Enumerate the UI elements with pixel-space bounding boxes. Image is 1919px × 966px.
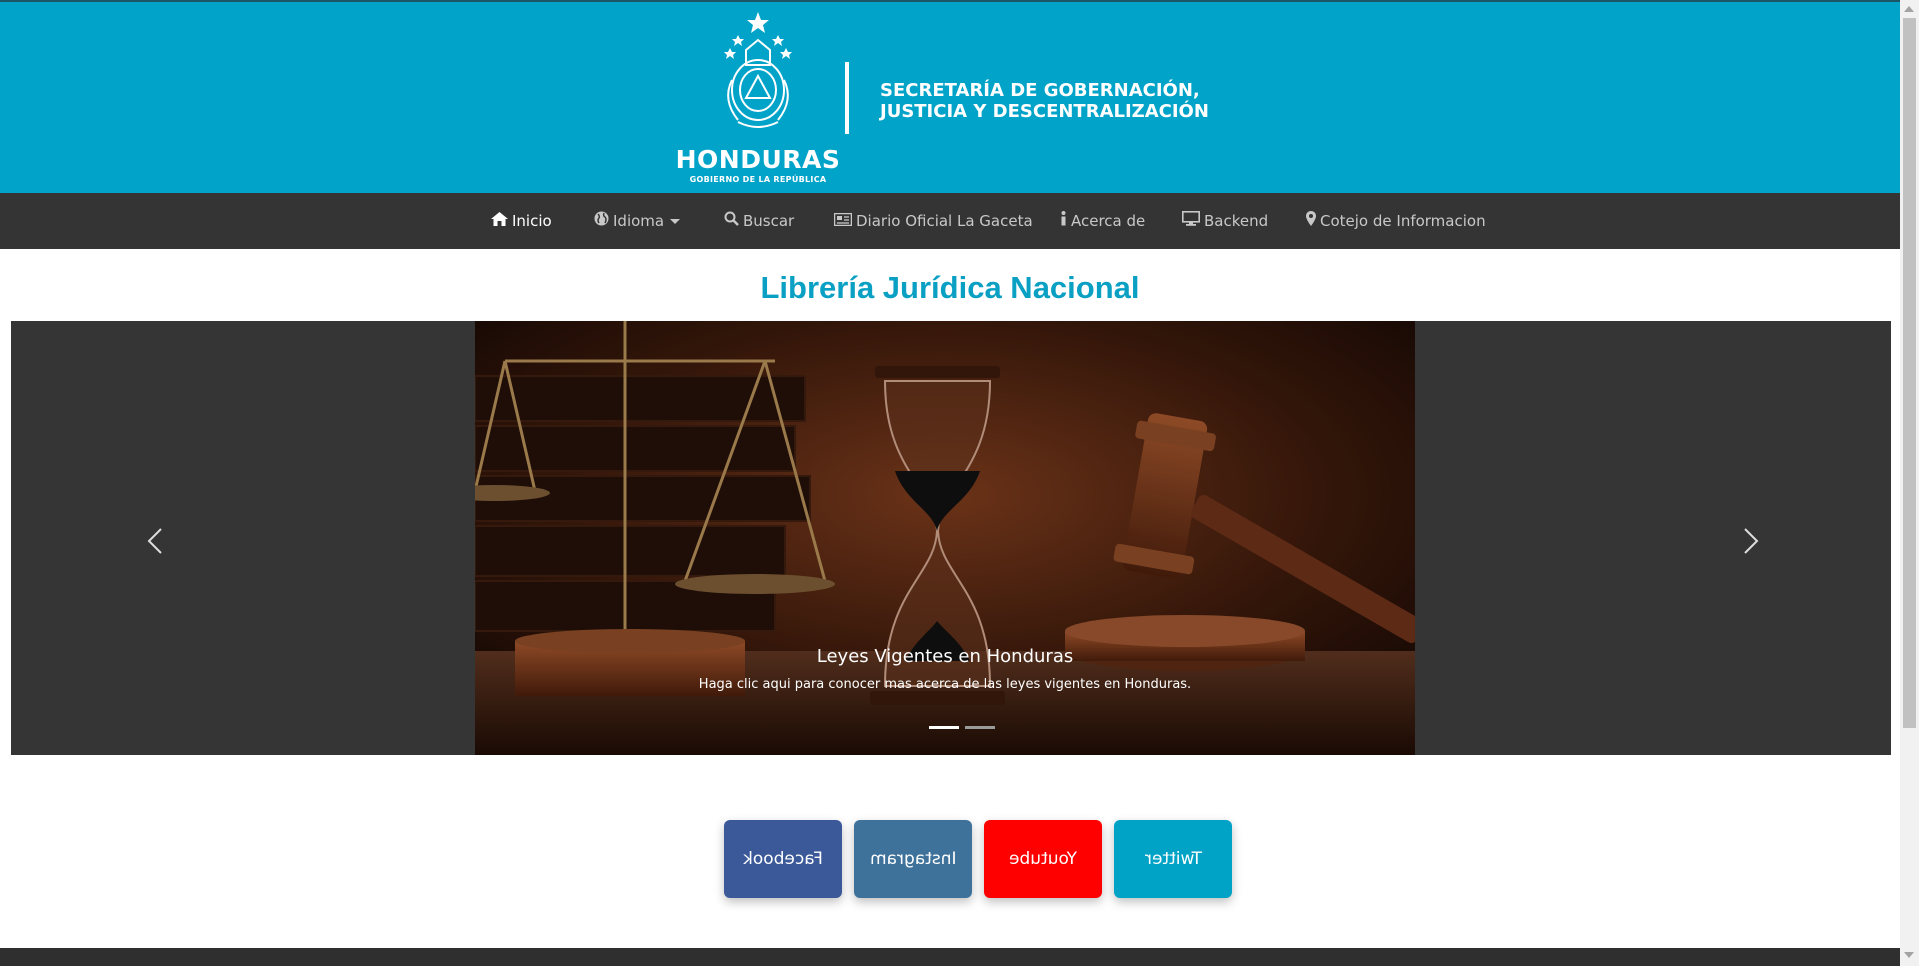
youtube-button[interactable]: Youtube [984, 820, 1102, 898]
instagram-label: Instagram [869, 849, 957, 869]
nav-backend-label: Backend [1204, 212, 1269, 230]
youtube-label: Youtube [1009, 849, 1077, 869]
nav-inicio[interactable]: Inicio [491, 193, 552, 249]
scrollbar-thumb[interactable] [1903, 18, 1916, 728]
footer-bar [0, 948, 1900, 966]
twitter-label: Twitter [1144, 849, 1202, 869]
nav-buscar-label: Buscar [743, 212, 795, 230]
nav-cotejo[interactable]: Cotejo de Informacion [1306, 193, 1486, 249]
nav-inicio-label: Inicio [512, 212, 552, 230]
facebook-label: Facebook [743, 849, 823, 869]
slide-caption-text: Haga clic aqui para conocer mas acerca d… [698, 677, 1192, 692]
chevron-down-icon [670, 219, 681, 224]
newspaper-icon [833, 193, 853, 249]
nav-buscar[interactable]: Buscar [724, 193, 794, 249]
secretaria-line-2: JUSTICIA Y DESCENTRALIZACIÓN [880, 101, 1209, 122]
desktop-icon [1182, 193, 1200, 249]
page: HONDURAS GOBIERNO DE LA REPÚBLICA SECRET… [0, 0, 1900, 966]
nav-idioma-dropdown[interactable]: Idioma [594, 193, 681, 249]
nav-cotejo-label: Cotejo de Informacion [1320, 212, 1486, 230]
search-icon [724, 193, 739, 249]
secretaria-title: SECRETARÍA DE GOBERNACIÓN, JUSTICIA Y DE… [880, 80, 1209, 122]
country-name: HONDURAS [675, 145, 841, 174]
instagram-button[interactable]: Instagram [854, 820, 972, 898]
globe-icon [594, 193, 609, 249]
header-divider [845, 62, 849, 134]
hero-carousel: Leyes Vigentes en Honduras Haga clic aqu… [11, 321, 1891, 755]
nav-idioma-label: Idioma [613, 212, 665, 230]
slide-caption-title: Leyes Vigentes en Honduras [816, 646, 1074, 667]
home-icon [491, 193, 508, 249]
map-marker-icon [1306, 193, 1316, 249]
main-navbar: Inicio Idioma Buscar Diario Oficial La G… [0, 193, 1900, 249]
chevron-right-icon [1744, 528, 1759, 554]
info-icon [1060, 193, 1067, 249]
scroll-up-arrow-icon[interactable] [1904, 6, 1914, 12]
carousel-next-button[interactable] [1735, 521, 1765, 561]
page-title: Librería Jurídica Nacional [760, 270, 1140, 305]
secretaria-line-1: SECRETARÍA DE GOBERNACIÓN, [880, 80, 1200, 101]
nav-diario-label: Diario Oficial La Gaceta [856, 212, 1033, 230]
carousel-prev-button[interactable] [141, 521, 171, 561]
carousel-indicator-1[interactable] [929, 726, 959, 729]
header-banner: HONDURAS GOBIERNO DE LA REPÚBLICA SECRET… [0, 0, 1900, 193]
nav-diario-oficial[interactable]: Diario Oficial La Gaceta [833, 193, 1033, 249]
scroll-down-arrow-icon[interactable] [1904, 952, 1914, 958]
carousel-indicator-2[interactable] [965, 726, 995, 729]
government-subtitle: GOBIERNO DE LA REPÚBLICA [689, 175, 827, 184]
carousel-slide[interactable]: Leyes Vigentes en Honduras Haga clic aqu… [475, 321, 1415, 755]
nav-backend[interactable]: Backend [1182, 193, 1268, 249]
chevron-left-icon [147, 528, 162, 554]
twitter-button[interactable]: Twitter [1114, 820, 1232, 898]
facebook-button[interactable]: Facebook [724, 820, 842, 898]
nav-acerca-de[interactable]: Acerca de [1060, 193, 1145, 249]
page-scrollbar[interactable] [1900, 0, 1919, 966]
nav-acerca-label: Acerca de [1071, 212, 1146, 230]
